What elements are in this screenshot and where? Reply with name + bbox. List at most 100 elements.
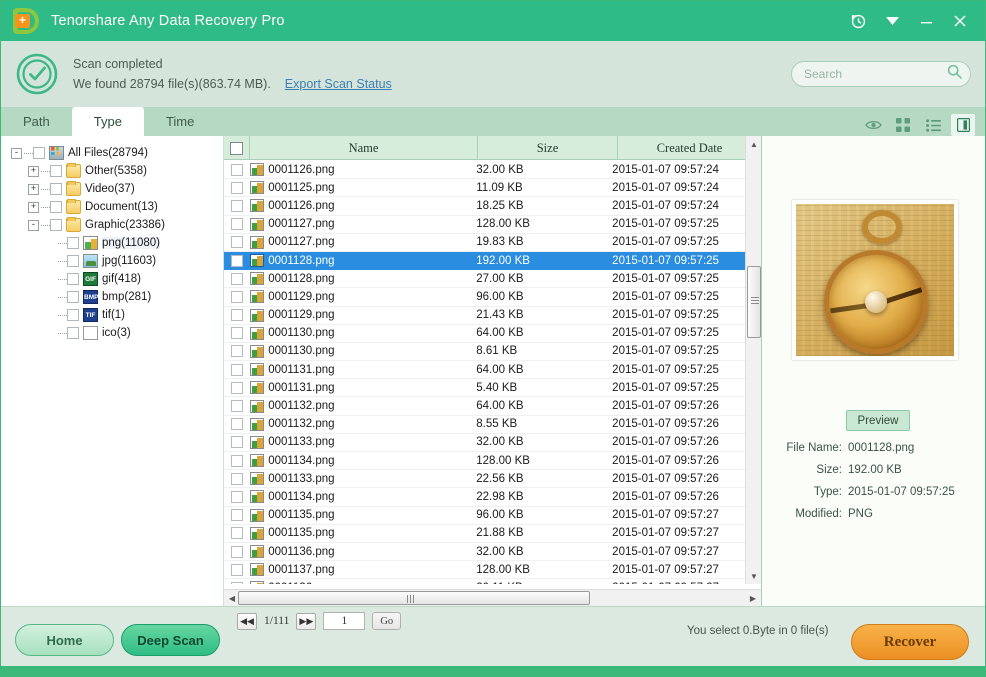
home-button[interactable]: Home	[15, 624, 114, 656]
recover-button[interactable]: Recover	[851, 624, 969, 660]
tree-node-label[interactable]: png(11080)	[102, 237, 160, 249]
row-checkbox-cell[interactable]	[224, 546, 249, 558]
row-checkbox[interactable]	[231, 345, 243, 357]
row-checkbox-cell[interactable]	[224, 273, 249, 285]
row-checkbox-cell[interactable]	[224, 436, 249, 448]
row-checkbox-cell[interactable]	[224, 255, 249, 267]
go-button[interactable]: Go	[372, 612, 401, 630]
expand-icon[interactable]: +	[28, 184, 39, 195]
row-checkbox[interactable]	[231, 509, 243, 521]
row-checkbox-cell[interactable]	[224, 327, 249, 339]
table-row[interactable]: 0001134.png22.98 KB2015-01-07 09:57:26	[224, 488, 745, 506]
row-checkbox-cell[interactable]	[224, 291, 249, 303]
search-icon[interactable]	[947, 64, 962, 84]
row-checkbox[interactable]	[231, 455, 243, 467]
preview-button[interactable]: Preview	[846, 410, 910, 431]
tree-node-video[interactable]: + Video(37)	[11, 180, 223, 198]
tree-node-document[interactable]: + Document(13)	[11, 198, 223, 216]
tab-time[interactable]: Time	[144, 107, 216, 136]
close-icon[interactable]	[943, 6, 977, 36]
row-checkbox-cell[interactable]	[224, 182, 249, 194]
table-row[interactable]: 0001132.png64.00 KB2015-01-07 09:57:26	[224, 397, 745, 415]
tree-node-gif[interactable]: GIFgif(418)	[11, 270, 223, 288]
select-all-checkbox[interactable]	[230, 142, 243, 155]
last-page-icon[interactable]: ▶▶	[296, 613, 316, 630]
export-scan-status-link[interactable]: Export Scan Status	[285, 74, 392, 94]
deep-scan-button[interactable]: Deep Scan	[121, 624, 220, 656]
tab-path[interactable]: Path	[1, 107, 72, 136]
column-header-size[interactable]: Size	[478, 136, 618, 160]
table-row[interactable]: 0001128.png27.00 KB2015-01-07 09:57:25	[224, 270, 745, 288]
horizontal-scrollbar-thumb[interactable]	[238, 591, 590, 605]
tree-node-other[interactable]: +Other(5358)	[11, 162, 223, 180]
row-checkbox-cell[interactable]	[224, 218, 249, 230]
collapse-icon[interactable]: -	[11, 148, 22, 159]
tree-node-label[interactable]: All Files(28794)	[68, 147, 148, 159]
tree-node-checkbox[interactable]	[67, 255, 79, 267]
row-checkbox-cell[interactable]	[224, 400, 249, 412]
tree-node-label[interactable]: jpg(11603)	[102, 255, 156, 267]
row-checkbox-cell[interactable]	[224, 309, 249, 321]
tree-node-label[interactable]: Video(37)	[85, 183, 135, 195]
row-checkbox-cell[interactable]	[224, 582, 249, 584]
row-checkbox[interactable]	[231, 291, 243, 303]
tree-node-checkbox[interactable]	[67, 273, 79, 285]
table-row[interactable]: 0001127.png128.00 KB2015-01-07 09:57:25	[224, 216, 745, 234]
table-row[interactable]: 0001133.png32.00 KB2015-01-07 09:57:26	[224, 434, 745, 452]
table-row[interactable]: 0001130.png64.00 KB2015-01-07 09:57:25	[224, 325, 745, 343]
tree-node-graphic[interactable]: -Graphic(23386)	[11, 216, 223, 234]
row-checkbox[interactable]	[231, 309, 243, 321]
tree-node-label[interactable]: ico(3)	[102, 327, 131, 339]
scroll-right-arrow[interactable]: ▶	[745, 590, 761, 606]
tree-node-checkbox[interactable]	[50, 201, 62, 213]
search-input[interactable]	[804, 67, 944, 81]
row-checkbox-cell[interactable]	[224, 200, 249, 212]
tree-node-all-files[interactable]: - All Files(28794)	[11, 144, 223, 162]
panel-view-icon[interactable]	[951, 114, 975, 136]
column-header-name[interactable]: Name	[250, 136, 478, 160]
tree-node-png[interactable]: png(11080)	[11, 234, 223, 252]
row-checkbox[interactable]	[231, 564, 243, 576]
row-checkbox-cell[interactable]	[224, 418, 249, 430]
table-row[interactable]: 0001135.png21.88 KB2015-01-07 09:57:27	[224, 525, 745, 543]
row-checkbox-cell[interactable]	[224, 473, 249, 485]
row-checkbox-cell[interactable]	[224, 236, 249, 248]
tree-node-checkbox[interactable]	[67, 291, 79, 303]
row-checkbox[interactable]	[231, 491, 243, 503]
table-row[interactable]: 0001136.png32.00 KB2015-01-07 09:57:27	[224, 543, 745, 561]
tree-node-ico[interactable]: ico(3)	[11, 324, 223, 342]
tree-node-label[interactable]: gif(418)	[102, 273, 141, 285]
table-row[interactable]: 0001133.png22.56 KB2015-01-07 09:57:26	[224, 470, 745, 488]
tree-node-label[interactable]: Document(13)	[85, 201, 158, 213]
vertical-scrollbar-thumb[interactable]	[747, 266, 761, 338]
row-checkbox[interactable]	[231, 273, 243, 285]
page-number-input[interactable]	[323, 612, 365, 630]
row-checkbox[interactable]	[231, 527, 243, 539]
search-box[interactable]	[791, 61, 971, 87]
tab-type[interactable]: Type	[72, 107, 144, 136]
tree-node-bmp[interactable]: BMPbmp(281)	[11, 288, 223, 306]
horizontal-scrollbar[interactable]: ◀ ▶	[224, 589, 761, 606]
tree-node-checkbox[interactable]	[50, 165, 62, 177]
column-header-created-date[interactable]: Created Date	[618, 136, 761, 160]
tree-node-label[interactable]: Other(5358)	[85, 165, 147, 177]
row-checkbox[interactable]	[231, 436, 243, 448]
chevron-down-icon[interactable]	[875, 6, 909, 36]
scroll-up-arrow[interactable]: ▲	[746, 136, 761, 152]
row-checkbox[interactable]	[231, 400, 243, 412]
table-row[interactable]: 0001127.png19.83 KB2015-01-07 09:57:25	[224, 234, 745, 252]
row-checkbox-cell[interactable]	[224, 382, 249, 394]
collapse-icon[interactable]: -	[28, 220, 39, 231]
row-checkbox-cell[interactable]	[224, 345, 249, 357]
minimize-icon[interactable]	[909, 6, 943, 36]
table-row[interactable]: 0001136.png20.11 KB2015-01-07 09:57:27	[224, 579, 745, 584]
row-checkbox[interactable]	[231, 236, 243, 248]
row-checkbox[interactable]	[231, 255, 243, 267]
tree-node-checkbox[interactable]	[67, 327, 79, 339]
table-row[interactable]: 0001130.png8.61 KB2015-01-07 09:57:25	[224, 343, 745, 361]
table-row[interactable]: 0001126.png32.00 KB2015-01-07 09:57:24	[224, 161, 745, 179]
row-checkbox[interactable]	[231, 382, 243, 394]
expand-icon[interactable]: +	[28, 202, 39, 213]
row-checkbox[interactable]	[231, 546, 243, 558]
table-row[interactable]: 0001128.png192.00 KB2015-01-07 09:57:25	[224, 252, 745, 270]
